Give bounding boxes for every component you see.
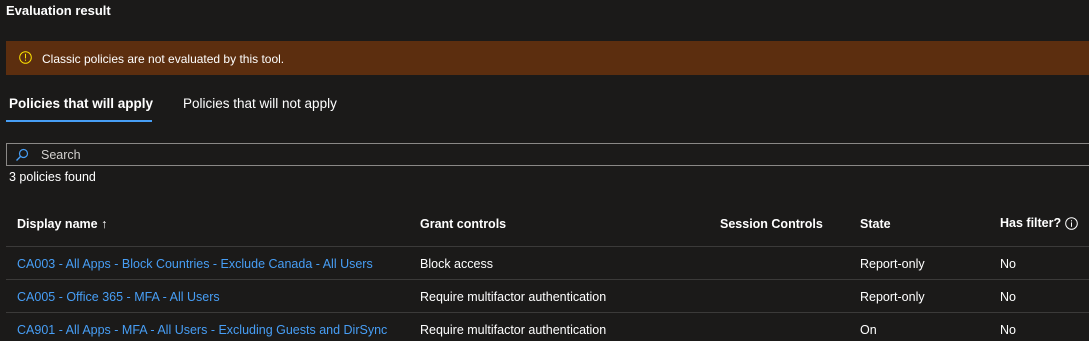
info-icon[interactable]: [1065, 217, 1078, 231]
search-icon: [15, 148, 29, 162]
grant-controls-cell: Require multifactor authentication: [420, 323, 607, 337]
table-header-divider: [6, 246, 1089, 247]
has-filter-cell: No: [1000, 257, 1016, 271]
page-title: Evaluation result: [6, 3, 111, 18]
evaluation-result-page: Evaluation result Classic policies are n…: [0, 0, 1089, 341]
info-icon: [19, 51, 32, 64]
column-header-grant-controls[interactable]: Grant controls: [420, 217, 506, 231]
tab-policies-will-apply[interactable]: Policies that will apply: [9, 96, 153, 111]
policy-link[interactable]: CA003 - All Apps - Block Countries - Exc…: [17, 257, 373, 271]
policy-link[interactable]: CA901 - All Apps - MFA - All Users - Exc…: [17, 323, 387, 337]
warning-banner: Classic policies are not evaluated by th…: [6, 41, 1089, 75]
row-divider: [6, 279, 1089, 280]
warning-message: Classic policies are not evaluated by th…: [42, 52, 285, 66]
grant-controls-cell: Block access: [420, 257, 493, 271]
column-header-has-filter-label: Has filter?: [1000, 216, 1062, 230]
column-header-state[interactable]: State: [860, 217, 891, 231]
search-box[interactable]: [6, 143, 1089, 166]
row-divider: [6, 312, 1089, 313]
state-cell: Report-only: [860, 257, 925, 271]
state-cell: Report-only: [860, 290, 925, 304]
has-filter-cell: No: [1000, 323, 1016, 337]
search-input[interactable]: [41, 146, 1041, 163]
state-cell: On: [860, 323, 877, 337]
active-tab-indicator: [6, 120, 152, 122]
grant-controls-cell: Require multifactor authentication: [420, 290, 607, 304]
policy-link[interactable]: CA005 - Office 365 - MFA - All Users: [17, 290, 220, 304]
column-header-display-name[interactable]: Display name ↑: [17, 217, 107, 231]
results-count: 3 policies found: [9, 170, 96, 184]
column-header-has-filter[interactable]: Has filter?: [1000, 216, 1078, 231]
column-header-session-controls[interactable]: Session Controls: [720, 217, 823, 231]
has-filter-cell: No: [1000, 290, 1016, 304]
tab-policies-will-not-apply[interactable]: Policies that will not apply: [183, 96, 337, 111]
